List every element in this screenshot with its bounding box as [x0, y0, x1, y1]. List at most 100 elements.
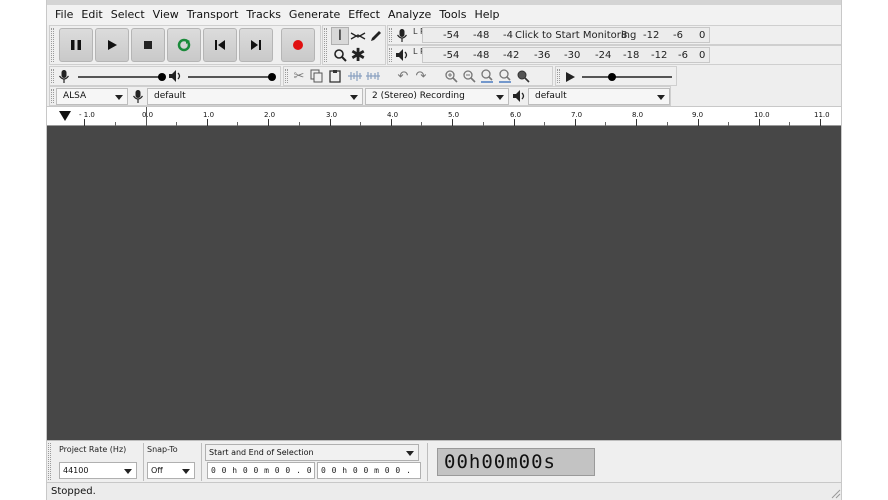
playback-device-value: default — [535, 91, 567, 101]
click-to-monitor[interactable]: Click to Start Monitoring — [513, 30, 639, 41]
selection-start-time[interactable]: 0 0 h 0 0 m 0 0 . 0 0 0 s — [207, 462, 315, 490]
transport-toolbar — [49, 25, 321, 65]
play-button[interactable] — [95, 28, 129, 62]
toolbar-grip[interactable] — [48, 443, 51, 480]
meter-tick: -48 — [473, 30, 490, 41]
fit-project-button[interactable] — [496, 67, 514, 85]
playback-device-select[interactable]: default — [528, 88, 670, 105]
loop-button[interactable] — [167, 28, 201, 62]
playback-volume-slider[interactable] — [188, 76, 274, 78]
recording-channels-select[interactable]: 2 (Stereo) Recording Channels — [365, 88, 509, 116]
menu-help[interactable]: Help — [470, 5, 503, 25]
playback-volume-knob[interactable] — [268, 73, 276, 81]
chevron-down-icon — [350, 95, 358, 100]
ruler-label: 11.0 — [814, 111, 830, 119]
toolbar-grip[interactable] — [324, 28, 327, 62]
skip-to-end-button[interactable] — [239, 28, 273, 62]
ruler-label: 0.0 — [142, 111, 154, 119]
record-meter[interactable]: -54 -48 -4 Click to Start Monitoring 8 -… — [422, 27, 710, 43]
zoom-in-button[interactable] — [442, 67, 460, 85]
record-volume-knob[interactable] — [158, 73, 166, 81]
ruler-tick — [84, 119, 85, 126]
menu-transport[interactable]: Transport — [183, 5, 243, 25]
zoom-toggle-button[interactable] — [514, 67, 532, 85]
project-rate-select[interactable]: 44100 — [59, 462, 137, 479]
selection-tool[interactable]: I — [331, 27, 349, 45]
toolbar-grip[interactable] — [51, 69, 54, 83]
audio-position-timetext[interactable]: 00h00m00s — [437, 448, 595, 476]
ruler-label: 10.0 — [754, 111, 770, 119]
playback-speed-knob[interactable] — [608, 73, 616, 81]
pause-icon — [71, 40, 81, 50]
ruler-label: 6.0 — [510, 111, 522, 119]
playback-speed-slider[interactable] — [582, 76, 672, 78]
play-at-speed-icon[interactable] — [564, 71, 576, 83]
play-head-triangle-icon — [59, 111, 71, 121]
device-toolbar: ALSA default 2 (Stereo) Recording Channe… — [49, 86, 671, 116]
snap-to-select[interactable]: Off — [147, 462, 195, 479]
zoom-tool[interactable] — [331, 46, 349, 64]
toolbar-grip[interactable] — [285, 69, 288, 83]
snap-to-label: Snap-To — [147, 445, 178, 454]
menu-effect[interactable]: Effect — [344, 5, 384, 25]
undo-button[interactable]: ↶ — [394, 67, 412, 85]
resize-grip-icon[interactable] — [829, 487, 841, 499]
toolbar-grip[interactable] — [389, 28, 392, 42]
toolbar-grip[interactable] — [557, 69, 560, 83]
copy-button[interactable] — [308, 67, 326, 85]
multi-tool[interactable]: ✱ — [349, 45, 367, 66]
cut-button[interactable]: ✂ — [290, 67, 308, 85]
draw-tool[interactable] — [367, 27, 385, 45]
envelope-tool[interactable] — [349, 27, 367, 45]
toolbar-grip[interactable] — [51, 89, 54, 103]
paste-button[interactable] — [326, 67, 344, 85]
pencil-icon — [371, 31, 381, 41]
menu-tracks[interactable]: Tracks — [242, 5, 285, 25]
menu-select[interactable]: Select — [107, 5, 149, 25]
ruler-tick — [759, 119, 760, 126]
track-panel[interactable] — [47, 126, 841, 440]
audio-host-select[interactable]: ALSA — [56, 88, 128, 105]
recording-device-icon — [133, 90, 143, 103]
selection-end-time[interactable]: 0 0 h 0 0 m 0 0 . 0 0 0 s — [317, 462, 421, 490]
meter-tick: -12 — [643, 30, 660, 41]
chevron-down-icon — [496, 95, 504, 100]
toolbar-grip[interactable] — [51, 28, 54, 62]
menu-file[interactable]: File — [51, 5, 77, 25]
meter-tick: -6 — [673, 30, 683, 41]
status-text: Stopped. — [51, 486, 96, 497]
menu-tools[interactable]: Tools — [435, 5, 470, 25]
recording-device-select[interactable]: default — [147, 88, 363, 105]
fit-selection-button[interactable] — [478, 67, 496, 85]
chevron-down-icon — [182, 469, 190, 474]
menu-edit[interactable]: Edit — [77, 5, 106, 25]
playback-device-icon — [513, 90, 525, 102]
menu-generate[interactable]: Generate — [285, 5, 344, 25]
record-button[interactable] — [281, 28, 315, 62]
menu-analyze[interactable]: Analyze — [384, 5, 435, 25]
timeline-ruler[interactable]: - 1.0 0.0 1.0 2.0 3.0 4.0 5.0 6.0 7.0 8.… — [47, 106, 841, 127]
menu-view[interactable]: View — [149, 5, 183, 25]
meter-tick: -54 — [443, 30, 460, 41]
skip-to-start-button[interactable] — [203, 28, 237, 62]
play-icon — [108, 40, 117, 50]
meter-tick: -24 — [595, 50, 612, 61]
zoom-out-button[interactable] — [460, 67, 478, 85]
silence-button[interactable] — [364, 67, 382, 85]
pause-button[interactable] — [59, 28, 93, 62]
ruler-tick — [698, 119, 699, 126]
stop-button[interactable] — [131, 28, 165, 62]
selection-mode-select[interactable]: Start and End of Selection — [205, 444, 419, 461]
trim-button[interactable] — [346, 67, 364, 85]
divider — [427, 443, 428, 481]
silence-icon — [366, 72, 380, 80]
meter-tick: 0 — [699, 30, 706, 41]
meter-tick: -54 — [443, 50, 460, 61]
paste-icon — [329, 70, 341, 83]
redo-button[interactable]: ↷ — [412, 67, 430, 85]
playback-meter[interactable]: -54 -48 -42 -36 -30 -24 -18 -12 -6 0 — [422, 47, 710, 63]
fit-selection-icon — [481, 69, 493, 83]
record-volume-slider[interactable] — [78, 76, 164, 78]
meter-tick: -4 — [503, 30, 513, 41]
toolbar-grip[interactable] — [389, 48, 392, 62]
